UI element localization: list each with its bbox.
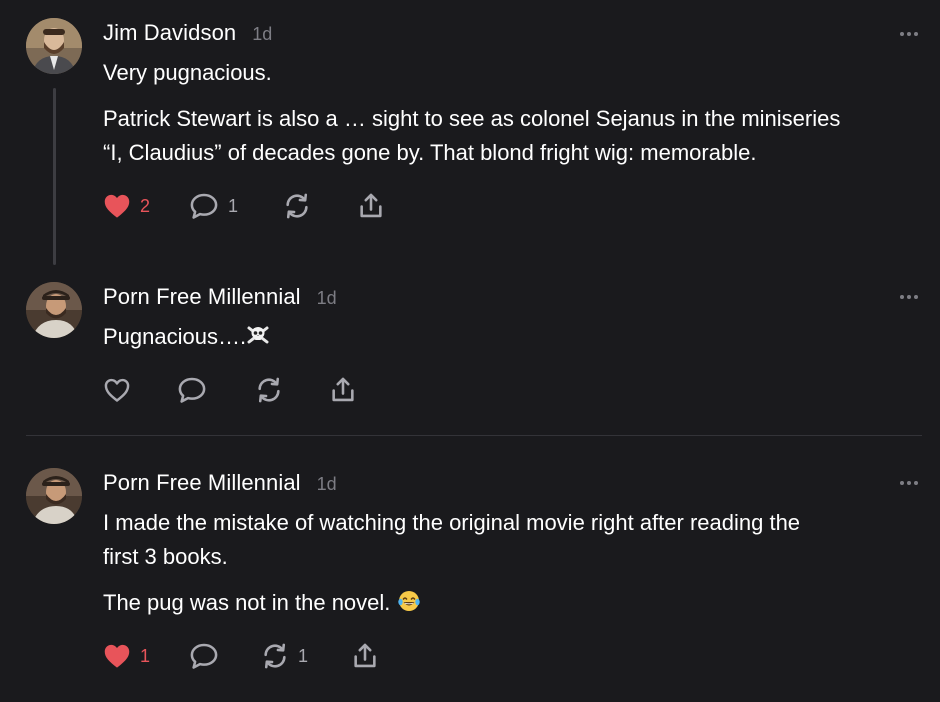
thread-line xyxy=(53,88,56,265)
comment-body: Pugnacious…. xyxy=(103,320,918,354)
more-options-button[interactable] xyxy=(900,481,918,485)
restack-icon xyxy=(264,643,286,669)
like-count: 2 xyxy=(140,195,151,216)
comment-paragraph: The pug was not in the novel. xyxy=(103,586,918,620)
restack-button[interactable] xyxy=(255,376,329,404)
restack-icon xyxy=(258,377,280,403)
like-button[interactable]: 1 xyxy=(103,643,189,669)
timestamp[interactable]: 1d xyxy=(252,24,272,45)
like-button[interactable]: 2 xyxy=(103,193,189,219)
comment-paragraph: Patrick Stewart is also a … sight to see… xyxy=(103,106,841,131)
comment-paragraph: “I, Claudius” of decades gone by. That b… xyxy=(103,140,757,165)
heart-icon xyxy=(104,644,130,668)
avatar[interactable] xyxy=(26,18,82,74)
more-icon xyxy=(900,32,904,36)
skull-and-crossbones-icon xyxy=(247,326,269,344)
comment-icon xyxy=(178,377,206,403)
share-icon xyxy=(360,193,382,218)
comment-body: Very pugnacious. Patrick Stewart is also… xyxy=(103,56,918,170)
tears-of-joy-icon xyxy=(397,591,420,611)
restack-count: 1 xyxy=(298,645,309,666)
restack-button[interactable] xyxy=(283,192,357,220)
share-button[interactable] xyxy=(351,642,379,670)
comment-paragraph: Pugnacious…. xyxy=(103,320,918,354)
more-icon xyxy=(900,481,904,485)
author-name[interactable]: Jim Davidson xyxy=(103,20,236,46)
comment-header: Jim Davidson 1d xyxy=(103,20,272,46)
divider xyxy=(26,435,922,436)
like-count: 1 xyxy=(140,645,151,666)
reply-button[interactable] xyxy=(177,376,255,404)
comment-actions: 1 1 xyxy=(103,642,379,670)
comment-header: Porn Free Millennial 1d xyxy=(103,284,337,310)
restack-icon xyxy=(286,193,308,219)
share-icon xyxy=(354,643,376,668)
heart-icon xyxy=(104,378,130,402)
comment-actions xyxy=(103,376,357,404)
reply-button[interactable] xyxy=(189,642,261,670)
timestamp[interactable]: 1d xyxy=(317,288,337,309)
share-button[interactable] xyxy=(357,192,385,220)
comment-paragraph: Very pugnacious. xyxy=(103,60,272,85)
more-icon xyxy=(900,295,904,299)
comment-thread: Jim Davidson 1d Very pugnacious. Patrick… xyxy=(0,0,940,702)
comment-paragraph: first 3 books. xyxy=(103,544,228,569)
comment-paragraph: I made the mistake of watching the origi… xyxy=(103,510,801,535)
heart-icon xyxy=(104,194,130,218)
comment-header: Porn Free Millennial 1d xyxy=(103,470,337,496)
comment-actions: 2 1 xyxy=(103,192,385,220)
more-options-button[interactable] xyxy=(900,295,918,299)
author-name[interactable]: Porn Free Millennial xyxy=(103,470,301,496)
restack-button[interactable]: 1 xyxy=(261,642,351,670)
comment-body: I made the mistake of watching the origi… xyxy=(103,506,918,620)
author-name[interactable]: Porn Free Millennial xyxy=(103,284,301,310)
more-options-button[interactable] xyxy=(900,32,918,36)
reply-button[interactable]: 1 xyxy=(189,192,283,220)
like-button[interactable] xyxy=(103,377,177,403)
reply-count: 1 xyxy=(228,195,239,216)
share-icon xyxy=(332,377,354,402)
comment-icon xyxy=(190,193,218,219)
avatar[interactable] xyxy=(26,282,82,338)
share-button[interactable] xyxy=(329,376,357,404)
timestamp[interactable]: 1d xyxy=(317,474,337,495)
avatar[interactable] xyxy=(26,468,82,524)
comment-icon xyxy=(190,643,218,669)
